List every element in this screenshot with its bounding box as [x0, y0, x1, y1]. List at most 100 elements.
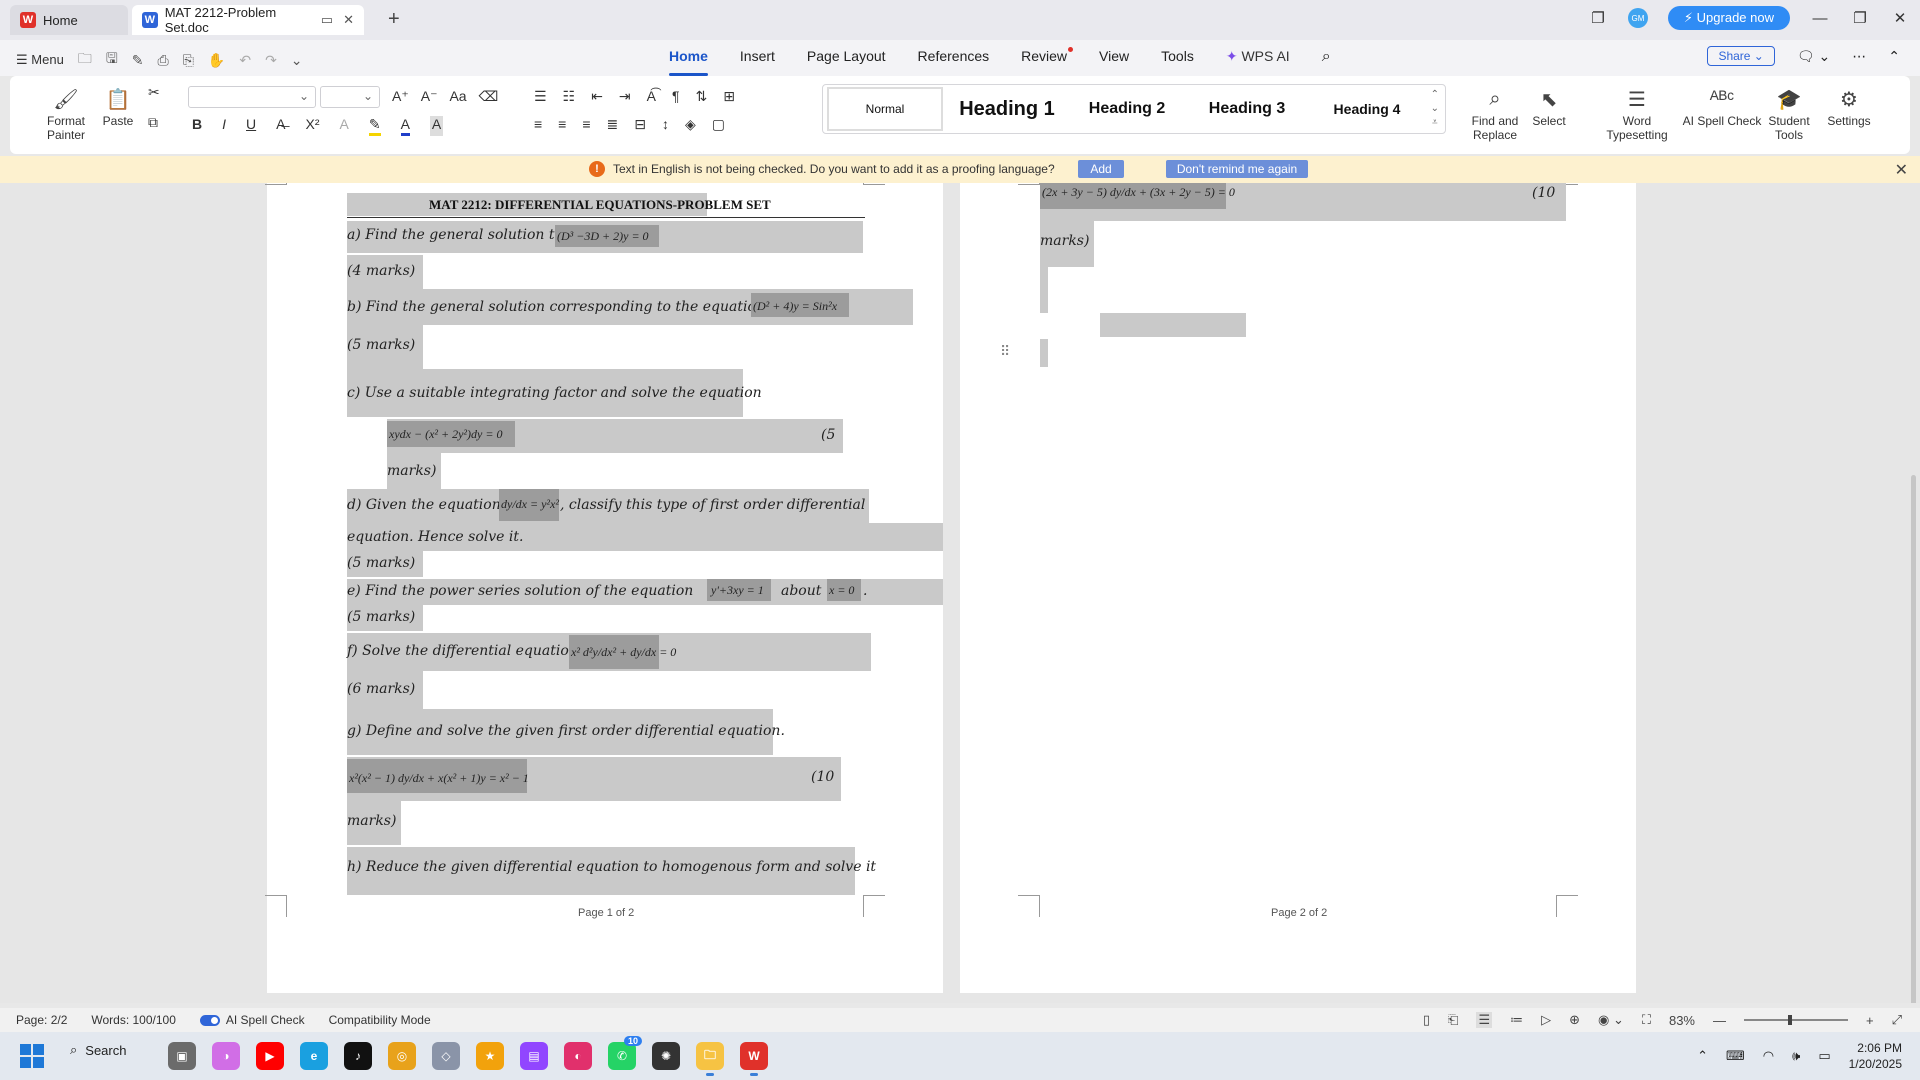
page-2[interactable]: (2x + 3y − 5) dy/dx + (3x + 2y − 5) = 0 … — [960, 183, 1636, 993]
close-icon[interactable]: ✕ — [1895, 160, 1908, 180]
marks-c-word[interactable]: marks) — [387, 463, 436, 479]
more-icon[interactable]: ⋯ — [1852, 48, 1866, 65]
tab-page-layout[interactable]: Page Layout — [791, 48, 902, 70]
collapse-ribbon-icon[interactable]: ⌃ — [1888, 48, 1900, 65]
font-name-select[interactable]: ⌄ — [188, 86, 316, 108]
underline-icon[interactable]: U — [246, 116, 256, 136]
zoom-slider-knob[interactable] — [1787, 1015, 1792, 1025]
read-mode-icon[interactable]: ▯ — [1423, 1012, 1430, 1028]
play-icon[interactable]: ▷ — [1541, 1012, 1551, 1028]
sort-icon[interactable]: ⇅ — [695, 88, 707, 105]
undo-icon[interactable]: ↶ — [239, 52, 251, 69]
vertical-scrollbar[interactable] — [1910, 295, 1918, 1003]
task-view-icon[interactable]: ▣ — [168, 1042, 196, 1070]
save-icon[interactable]: 🖫 — [106, 48, 118, 72]
equation-f[interactable]: x² d²y/dx² + dy/dx = 0 — [571, 645, 676, 660]
shading-icon[interactable]: ◈ — [685, 116, 696, 133]
print-layout-icon[interactable]: ☰ — [1476, 1012, 1493, 1028]
question-a[interactable]: a) Find the general solution to — [347, 227, 563, 243]
minimize-icon[interactable]: — — [1810, 10, 1830, 27]
clear-format-icon[interactable]: ⌫ — [479, 88, 499, 105]
tab-wps-ai[interactable]: ✦ WPS AI — [1210, 48, 1306, 70]
chevron-down-icon[interactable]: ⌄ — [291, 52, 303, 69]
question-d-end[interactable]: equation. Hence solve it. — [347, 529, 523, 545]
volume-icon[interactable]: 🕪 — [1792, 1048, 1800, 1064]
equation-page2[interactable]: (2x + 3y − 5) dy/dx + (3x + 2y − 5) = 0 — [1042, 185, 1235, 200]
question-g[interactable]: g) Define and solve the given first orde… — [347, 723, 785, 739]
style-normal[interactable]: Normal — [827, 87, 943, 131]
chrome-icon[interactable]: ◎ — [388, 1042, 416, 1070]
style-heading-4[interactable]: Heading 4 — [1307, 87, 1427, 131]
keyboard-icon[interactable]: ⌨ — [1726, 1048, 1745, 1064]
marks-a[interactable]: (4 marks) — [347, 263, 415, 279]
zoom-level[interactable]: 83% — [1669, 1013, 1695, 1028]
window-layout-icon[interactable]: ❐ — [1588, 9, 1608, 27]
style-heading-2[interactable]: Heading 2 — [1067, 87, 1187, 131]
pen-icon[interactable]: ✎ — [132, 52, 144, 69]
equation-e-point[interactable]: x = 0 — [829, 583, 854, 598]
tiktok-icon[interactable]: ♪ — [344, 1042, 372, 1070]
globe-icon[interactable]: ⊕ — [1569, 1012, 1580, 1028]
question-e-period[interactable]: . — [863, 583, 867, 599]
marks-page2-word[interactable]: marks) — [1040, 233, 1089, 249]
equation-d[interactable]: dy/dx = y²x² — [501, 497, 559, 512]
spell-check-toggle[interactable]: AI Spell Check — [199, 1013, 305, 1027]
question-e-about[interactable]: about — [781, 583, 821, 599]
tab-view[interactable]: View — [1083, 48, 1145, 70]
question-e[interactable]: e) Find the power series solution of the… — [347, 583, 693, 599]
justify-icon[interactable]: ≣ — [607, 116, 619, 133]
settings-button[interactable]: ⚙ Settings — [1818, 84, 1880, 129]
text-effect-icon[interactable]: A — [339, 116, 348, 136]
marks-d[interactable]: (5 marks) — [347, 555, 415, 571]
file-explorer-icon[interactable]: 🗀 — [696, 1042, 724, 1076]
marks-g-word[interactable]: marks) — [347, 813, 396, 829]
borders-icon[interactable]: ▢ — [712, 116, 725, 133]
fit-page-icon[interactable]: ⛶ — [1642, 1012, 1651, 1028]
new-tab-icon[interactable]: + — [388, 8, 400, 31]
drag-handle-icon[interactable]: ⠿ — [1000, 343, 1010, 360]
restore-icon[interactable]: ❐ — [1850, 9, 1870, 27]
style-heading-3[interactable]: Heading 3 — [1187, 87, 1307, 131]
bold-icon[interactable]: B — [192, 116, 202, 136]
increase-indent-icon[interactable]: ⇥ — [619, 88, 631, 105]
hand-icon[interactable]: ✋ — [208, 52, 225, 69]
format-painter-button[interactable]: 🖌 Format Painter — [44, 84, 88, 143]
question-f[interactable]: f) Solve the differential equation — [347, 643, 578, 659]
tab-home[interactable]: W Home — [10, 5, 128, 35]
avatar[interactable]: GM — [1627, 8, 1648, 28]
instagram-icon[interactable]: ◐ — [564, 1042, 592, 1070]
page-1[interactable]: MAT 2212: DIFFERENTIAL EQUATIONS-PROBLEM… — [265, 183, 943, 993]
grow-font-icon[interactable]: A⁺ — [392, 88, 409, 105]
question-d-mid[interactable]: , classify this type of first order diff… — [560, 497, 865, 513]
style-heading-1[interactable]: Heading 1 — [947, 87, 1067, 131]
student-tools-button[interactable]: 🎓 Student Tools — [1764, 84, 1814, 143]
marks-page2-number[interactable]: (10 — [1532, 185, 1555, 201]
strikethrough-icon[interactable]: A̶ — [276, 116, 285, 136]
outline-icon[interactable]: ≔ — [1510, 1012, 1523, 1028]
select-button[interactable]: ⬉ Select — [1526, 84, 1572, 129]
change-case-icon[interactable]: Aa — [449, 88, 466, 105]
char-shading-icon[interactable]: A — [429, 116, 444, 136]
copy-icon[interactable]: ⧉ — [148, 114, 158, 131]
line-spacing-icon[interactable]: ↕ — [662, 116, 669, 133]
twitch-icon[interactable]: ▤ — [520, 1042, 548, 1070]
marks-f[interactable]: (6 marks) — [347, 681, 415, 697]
superscript-icon[interactable]: X² — [305, 116, 319, 136]
font-color-icon[interactable]: A — [400, 116, 410, 136]
zoom-in-icon[interactable]: + — [1866, 1013, 1874, 1028]
battery-icon[interactable]: ▭ — [1818, 1048, 1830, 1064]
tab-review[interactable]: Review — [1005, 47, 1083, 70]
menu-button[interactable]: ☰ Menu — [16, 52, 64, 68]
question-h[interactable]: h) Reduce the given differential equatio… — [347, 859, 876, 875]
align-center-icon[interactable]: ≡ — [558, 116, 566, 133]
zoom-slider[interactable] — [1744, 1015, 1848, 1025]
taskbar-search[interactable]: ⌕ Search — [70, 1042, 126, 1058]
app-icon[interactable]: ◇ — [432, 1042, 460, 1070]
question-c[interactable]: c) Use a suitable integrating factor and… — [347, 385, 762, 401]
print-icon[interactable]: ⎙ — [157, 52, 168, 69]
equation-g[interactable]: x²(x² − 1) dy/dx + x(x² + 1)y = x² − 1 — [349, 771, 529, 786]
distributed-icon[interactable]: ⊟ — [634, 116, 646, 133]
equation-a[interactable]: (D³ −3D + 2)y = 0 — [557, 229, 649, 244]
web-layout-icon[interactable]: ⎗ — [1448, 1012, 1458, 1028]
scrollbar-thumb[interactable] — [1911, 475, 1916, 1003]
